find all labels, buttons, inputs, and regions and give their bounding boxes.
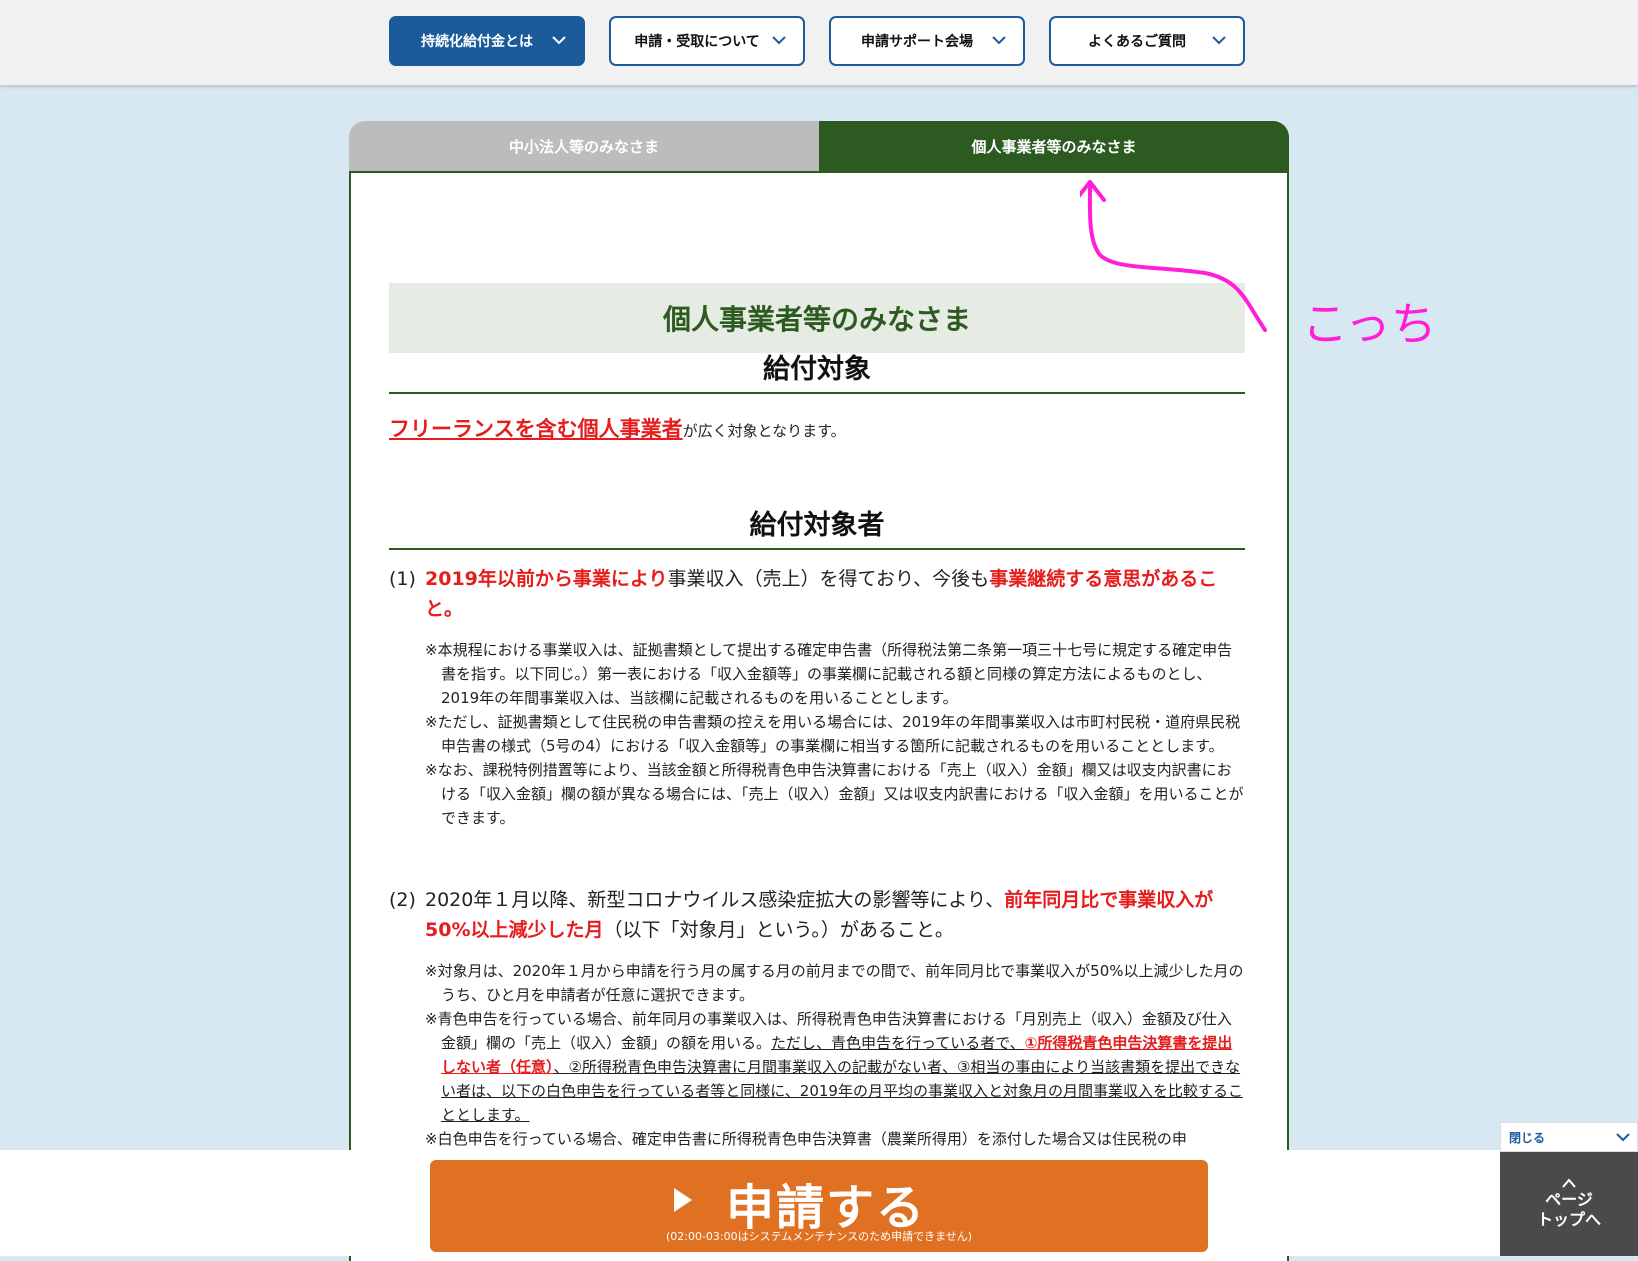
close-label: 閉じる <box>1509 1131 1546 1145</box>
freelance-link[interactable]: フリーランスを含む個人事業者 <box>389 417 683 441</box>
tab-corporations[interactable]: 中小法人等のみなさま <box>349 121 819 171</box>
requirement-2-notes: ※対象月は、2020年１月から申請を行う月の属する月の前月までの間で、前年同月比… <box>425 959 1245 1151</box>
requirement-text: 事業収入（売上）を得ており、今後も <box>667 568 990 590</box>
note: ※本規程における事業収入は、証拠書類として提出する確定申告書（所得税法第二条第一… <box>425 641 1233 707</box>
note: ※なお、課税特例措置等により、当該金額と所得税青色申告決算書における「売上（収入… <box>425 761 1244 827</box>
nav-faq-label: よくあるご質問 <box>1088 34 1186 50</box>
chevron-down-icon <box>1212 36 1226 45</box>
note: ※青色申告を行っている場合、前年同月の事業収入は、所得税青色申告決算書における「… <box>425 1007 1245 1127</box>
nav-application-label: 申請・受取について <box>634 34 760 50</box>
note-underlined: ただし、青色申告を行っている者で、 <box>771 1034 1025 1052</box>
apply-maintenance-note: (02:00-03:00はシステムメンテナンスのため申請できません) <box>665 1230 973 1243</box>
annotation-text: こっち <box>1302 297 1437 351</box>
nav-about-label: 持続化給付金とは <box>421 34 533 50</box>
requirement-text: （以下「対象月」という。）があること。 <box>603 919 954 941</box>
chevron-down-icon <box>1616 1133 1630 1142</box>
requirement-1-notes: ※本規程における事業収入は、証拠書類として提出する確定申告書（所得税法第二条第一… <box>425 638 1245 830</box>
nav-faq-button[interactable]: よくあるご質問 <box>1049 16 1245 66</box>
intro-text: が広く対象となります。 <box>682 422 846 440</box>
eligibility-intro: フリーランスを含む個人事業者が広く対象となります。 <box>389 413 1245 443</box>
requirement-number: (2) <box>389 889 416 911</box>
play-icon <box>674 1188 692 1212</box>
requirement-number: (1) <box>389 568 416 590</box>
requirement-1: (1) 2019年以前から事業により事業収入（売上）を得ており、今後も事業継続す… <box>389 564 1245 624</box>
requirement-text: 2020年１月以降、新型コロナウイルス感染症拡大の影響等により、 <box>425 889 1005 911</box>
page-top-label-2: トップへ <box>1536 1210 1601 1229</box>
handwritten-arrow-annotation: こっち <box>1080 180 1437 351</box>
requirement-highlight: 2019年以前から事業により <box>425 568 668 590</box>
note: ※対象月は、2020年１月から申請を行う月の属する月の前月までの間で、前年同月比… <box>425 962 1244 1004</box>
close-button[interactable]: 閉じる <box>1500 1122 1638 1152</box>
chevron-down-icon <box>992 36 1006 45</box>
note-underlined: 、②所得税青色申告決算書に月間事業収入の記載がない者、③相当の事由により当該書類… <box>441 1058 1243 1124</box>
tab-individuals[interactable]: 個人事業者等のみなさま <box>819 121 1289 171</box>
chevron-down-icon <box>552 36 566 45</box>
nav-about-button[interactable]: 持続化給付金とは <box>389 16 585 66</box>
nav-support-venue-label: 申請サポート会場 <box>861 34 973 50</box>
chevron-up-icon <box>1562 1178 1576 1188</box>
nav-support-venue-button[interactable]: 申請サポート会場 <box>829 16 1025 66</box>
top-navigation-bar: 持続化給付金とは 申請・受取について 申請サポート会場 よくあるご質問 <box>0 0 1638 86</box>
nav-application-button[interactable]: 申請・受取について <box>609 16 805 66</box>
apply-button[interactable]: 申請する (02:00-03:00はシステムメンテナンスのため申請できません) <box>430 1160 1208 1252</box>
note: ※白色申告を行っている場合、確定申告書に所得税青色申告決算書（農業所得用）を添付… <box>425 1130 1187 1148</box>
section-heading-recipients: 給付対象者 <box>389 503 1245 550</box>
page-top-button[interactable]: ページ トップへ <box>1500 1152 1638 1256</box>
chevron-down-icon <box>772 36 786 45</box>
page-top-label-1: ページ <box>1545 1190 1593 1209</box>
note: ※ただし、証拠書類として住民税の申告書類の控えを用いる場合には、2019年の年間… <box>425 713 1241 755</box>
requirement-2: (2) 2020年１月以降、新型コロナウイルス感染症拡大の影響等により、前年同月… <box>389 885 1245 945</box>
